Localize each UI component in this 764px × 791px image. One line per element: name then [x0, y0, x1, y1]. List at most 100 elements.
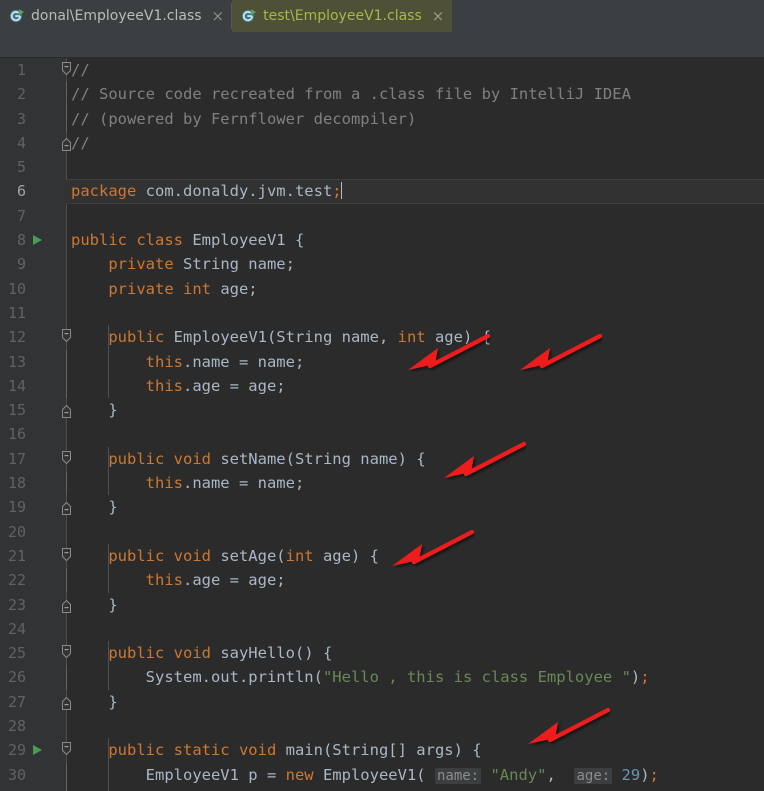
token-txt: }: [71, 498, 118, 517]
token-num: 29: [621, 765, 641, 784]
code-line-30[interactable]: 30 EmployeeV1 p = new EmployeeV1( name: …: [0, 762, 764, 788]
code-line-7[interactable]: 7: [0, 204, 764, 228]
token-txt: age;: [210, 279, 258, 298]
run-gutter-icon[interactable]: [33, 235, 42, 246]
token-com: // (powered by Fernflower decompiler): [71, 109, 417, 128]
java-class-icon: [9, 8, 25, 24]
code-line-27[interactable]: 27 }: [0, 690, 764, 714]
line-number: 8: [16, 231, 26, 250]
code-viewport[interactable]: 1 // 2 // Source code recreated from a .cla…: [0, 58, 764, 791]
code-line-10[interactable]: 10 private int age;: [0, 277, 764, 301]
code-line-31[interactable]: 31 p.sayHello();: [0, 786, 764, 791]
token-kw: ;: [640, 668, 650, 687]
code-lines: 1 // 2 // Source code recreated from a .cla…: [0, 58, 764, 791]
code-line-1[interactable]: 1 //: [0, 58, 764, 82]
token-str: "Andy": [490, 765, 547, 784]
line-number: 19: [7, 498, 26, 517]
token-txt: EmployeeV1 {: [182, 231, 305, 250]
run-gutter-icon[interactable]: [33, 745, 42, 756]
code-line-2[interactable]: 2 // Source code recreated from a .class …: [0, 82, 764, 107]
line-number: 15: [7, 401, 26, 420]
code-line-9[interactable]: 9 private String name;: [0, 252, 764, 276]
code-line-26[interactable]: 26 System.out.println("Hello , this is c…: [0, 665, 764, 690]
token-txt: ,: [546, 765, 575, 784]
line-number: 23: [7, 595, 26, 614]
line-number: 6: [16, 182, 26, 201]
code-line-5[interactable]: 5: [0, 155, 764, 179]
code-line-20[interactable]: 20: [0, 520, 764, 544]
token-txt: }: [71, 692, 118, 711]
line-number: 25: [7, 644, 26, 663]
line-number: 9: [16, 255, 26, 274]
code-text: public class EmployeeV1 {: [71, 228, 304, 252]
code-line-23[interactable]: 23 }: [0, 593, 764, 617]
code-text: }: [71, 690, 118, 714]
editor-tab-0[interactable]: donal\EmployeeV1.class ×: [0, 0, 233, 32]
line-number: 7: [16, 206, 26, 225]
fold-region-line: [66, 106, 67, 131]
code-line-4[interactable]: 4 //: [0, 131, 764, 155]
code-line-28[interactable]: 28: [0, 714, 764, 738]
code-line-11[interactable]: 11: [0, 301, 764, 325]
tab-close-icon[interactable]: ×: [212, 8, 225, 24]
code-line-22[interactable]: 22 this.age = age;: [0, 568, 764, 593]
token-kw: this: [145, 352, 183, 371]
code-text: public void setAge(int age) {: [71, 544, 379, 568]
line-number: 24: [7, 619, 26, 638]
token-hint: age:: [574, 767, 613, 784]
token-txt: main(String[] args) {: [276, 741, 482, 760]
editor-tab-1[interactable]: test\EmployeeV1.class ×: [232, 0, 453, 32]
code-text: // (powered by Fernflower decompiler): [71, 107, 416, 131]
code-line-8[interactable]: 8 public class EmployeeV1 {: [0, 228, 764, 252]
java-class-icon: [241, 8, 257, 24]
line-number: 5: [16, 158, 26, 177]
token-txt: EmployeeV1(: [313, 765, 435, 784]
code-line-29[interactable]: 29 public static void main(String[] args…: [0, 738, 764, 763]
line-number: 27: [7, 692, 26, 711]
token-txt: ): [630, 668, 641, 687]
code-line-19[interactable]: 19 }: [0, 495, 764, 519]
token-txt: com.donaldy.jvm.test: [136, 182, 333, 201]
line-number: 12: [7, 328, 26, 347]
code-line-24[interactable]: 24: [0, 617, 764, 641]
code-line-25[interactable]: 25 public void sayHello() {: [0, 641, 764, 666]
line-number: 1: [16, 61, 26, 79]
fold-region-line: [66, 568, 67, 593]
token-txt: }: [71, 401, 118, 420]
code-line-15[interactable]: 15 }: [0, 398, 764, 422]
tab-bar-filler: [452, 0, 764, 32]
token-txt: String name;: [173, 255, 295, 274]
token-txt: .age = age;: [182, 376, 286, 395]
token-txt: EmployeeV1 p =: [71, 765, 286, 784]
token-txt: .name = name;: [182, 474, 305, 493]
token-kw: package: [71, 182, 137, 201]
code-text: package com.donaldy.jvm.test;: [71, 179, 342, 203]
code-line-17[interactable]: 17 public void setName(String name) {: [0, 446, 764, 472]
code-line-16[interactable]: 16: [0, 422, 764, 446]
code-line-6[interactable]: 6 package com.donaldy.jvm.test;: [0, 179, 764, 204]
code-text: EmployeeV1 p = new EmployeeV1( name: "An…: [71, 763, 659, 788]
code-text: this.age = age;: [71, 374, 286, 398]
tab-close-icon[interactable]: ×: [432, 8, 445, 24]
code-line-14[interactable]: 14 this.age = age;: [0, 373, 764, 399]
fold-region-line: [66, 82, 67, 107]
code-line-3[interactable]: 3 // (powered by Fernflower decompiler): [0, 106, 764, 131]
code-line-18[interactable]: 18 this.name = name;: [0, 471, 764, 496]
code-line-12[interactable]: 12 public EmployeeV1(String name, int ag…: [0, 325, 764, 350]
code-line-21[interactable]: 21 public void setAge(int age) {: [0, 543, 764, 569]
line-number: 20: [7, 522, 26, 541]
editor-pane: 1 // 2 // Source code recreated from a .cla…: [0, 32, 764, 791]
line-number: 28: [7, 717, 26, 736]
token-str: "Hello , this is class Employee ": [322, 668, 631, 687]
line-number: 16: [7, 425, 26, 444]
line-number: 26: [7, 668, 26, 687]
code-line-13[interactable]: 13 this.name = name;: [0, 349, 764, 374]
fold-region-line: [66, 786, 67, 791]
token-kw: public void: [108, 644, 211, 663]
code-text: this.age = age;: [71, 568, 286, 592]
code-text: public void sayHello() {: [71, 641, 332, 665]
